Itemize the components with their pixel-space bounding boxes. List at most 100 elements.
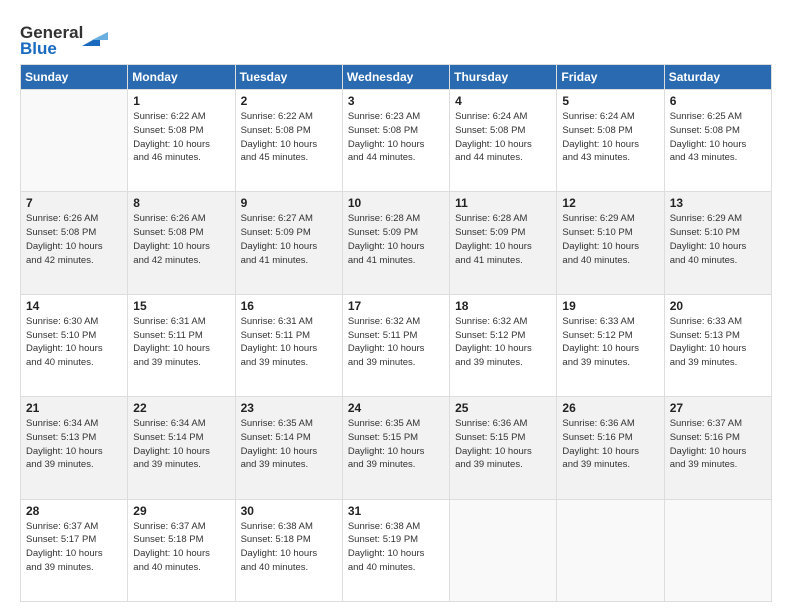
day-number: 17 — [348, 299, 444, 313]
day-number: 26 — [562, 401, 658, 415]
calendar-cell: 5 Sunrise: 6:24 AM Sunset: 5:08 PM Daylig… — [557, 90, 664, 192]
calendar-cell: 30Sunrise: 6:38 AM Sunset: 5:18 PM Dayli… — [235, 499, 342, 601]
day-number: 12 — [562, 196, 658, 210]
day-number: 13 — [670, 196, 766, 210]
cell-info: Sunrise: 6:32 AM Sunset: 5:12 PM Dayligh… — [455, 315, 551, 370]
calendar-table: SundayMondayTuesdayWednesdayThursdayFrid… — [20, 64, 772, 602]
weekday-header-thursday: Thursday — [450, 65, 557, 90]
cell-info: Sunrise: 6:22 AM Sunset: 5:08 PM Dayligh… — [241, 110, 337, 165]
day-number: 23 — [241, 401, 337, 415]
cell-info: Sunrise: 6:37 AM Sunset: 5:18 PM Dayligh… — [133, 520, 229, 575]
day-number: 18 — [455, 299, 551, 313]
cell-info: Sunrise: 6:31 AM Sunset: 5:11 PM Dayligh… — [241, 315, 337, 370]
day-number: 22 — [133, 401, 229, 415]
day-number: 30 — [241, 504, 337, 518]
day-number: 27 — [670, 401, 766, 415]
calendar-cell: 26 Sunrise: 6:36 AM Sunset: 5:16 PM Dayli… — [557, 397, 664, 499]
day-number: 25 — [455, 401, 551, 415]
day-number: 11 — [455, 196, 551, 210]
weekday-header-wednesday: Wednesday — [342, 65, 449, 90]
cell-info: Sunrise: 6:34 AM Sunset: 5:13 PM Dayligh… — [26, 417, 122, 472]
cell-info: Sunrise: 6:31 AM Sunset: 5:11 PM Dayligh… — [133, 315, 229, 370]
cell-info: Sunrise: 6:22 AM Sunset: 5:08 PM Dayligh… — [133, 110, 229, 165]
calendar-cell: 13 Sunrise: 6:29 AM Sunset: 5:10 PM Dayli… — [664, 192, 771, 294]
cell-info: Sunrise: 6:35 AM Sunset: 5:14 PM Dayligh… — [241, 417, 337, 472]
svg-text:Blue: Blue — [20, 39, 57, 56]
header: General Blue — [20, 18, 772, 56]
day-number: 2 — [241, 94, 337, 108]
calendar-cell: 27Sunrise: 6:37 AM Sunset: 5:16 PM Dayli… — [664, 397, 771, 499]
weekday-header-monday: Monday — [128, 65, 235, 90]
calendar-cell: 28 Sunrise: 6:37 AM Sunset: 5:17 PM Dayli… — [21, 499, 128, 601]
calendar-cell: 1Sunrise: 6:22 AM Sunset: 5:08 PM Daylig… — [128, 90, 235, 192]
cell-info: Sunrise: 6:28 AM Sunset: 5:09 PM Dayligh… — [455, 212, 551, 267]
calendar-cell: 9Sunrise: 6:27 AM Sunset: 5:09 PM Daylig… — [235, 192, 342, 294]
day-number: 20 — [670, 299, 766, 313]
cell-info: Sunrise: 6:23 AM Sunset: 5:08 PM Dayligh… — [348, 110, 444, 165]
calendar-cell: 22 Sunrise: 6:34 AM Sunset: 5:14 PM Dayli… — [128, 397, 235, 499]
day-number: 8 — [133, 196, 229, 210]
calendar-week-row: 14 Sunrise: 6:30 AM Sunset: 5:10 PM Dayli… — [21, 294, 772, 396]
weekday-header-friday: Friday — [557, 65, 664, 90]
day-number: 16 — [241, 299, 337, 313]
calendar-cell: 23 Sunrise: 6:35 AM Sunset: 5:14 PM Dayli… — [235, 397, 342, 499]
day-number: 31 — [348, 504, 444, 518]
calendar-cell: 17 Sunrise: 6:32 AM Sunset: 5:11 PM Dayli… — [342, 294, 449, 396]
calendar-cell — [664, 499, 771, 601]
calendar-cell: 25Sunrise: 6:36 AM Sunset: 5:15 PM Dayli… — [450, 397, 557, 499]
cell-info: Sunrise: 6:33 AM Sunset: 5:12 PM Dayligh… — [562, 315, 658, 370]
cell-info: Sunrise: 6:24 AM Sunset: 5:08 PM Dayligh… — [455, 110, 551, 165]
calendar-cell — [557, 499, 664, 601]
calendar-cell — [450, 499, 557, 601]
day-number: 7 — [26, 196, 122, 210]
day-number: 6 — [670, 94, 766, 108]
day-number: 14 — [26, 299, 122, 313]
day-number: 21 — [26, 401, 122, 415]
calendar-cell: 8 Sunrise: 6:26 AM Sunset: 5:08 PM Daylig… — [128, 192, 235, 294]
cell-info: Sunrise: 6:36 AM Sunset: 5:16 PM Dayligh… — [562, 417, 658, 472]
cell-info: Sunrise: 6:37 AM Sunset: 5:17 PM Dayligh… — [26, 520, 122, 575]
calendar-cell: 4 Sunrise: 6:24 AM Sunset: 5:08 PM Daylig… — [450, 90, 557, 192]
calendar-week-row: 7 Sunrise: 6:26 AM Sunset: 5:08 PM Daylig… — [21, 192, 772, 294]
weekday-header-sunday: Sunday — [21, 65, 128, 90]
calendar-cell: 24Sunrise: 6:35 AM Sunset: 5:15 PM Dayli… — [342, 397, 449, 499]
cell-info: Sunrise: 6:32 AM Sunset: 5:11 PM Dayligh… — [348, 315, 444, 370]
weekday-header-tuesday: Tuesday — [235, 65, 342, 90]
day-number: 10 — [348, 196, 444, 210]
calendar-cell: 2 Sunrise: 6:22 AM Sunset: 5:08 PM Daylig… — [235, 90, 342, 192]
cell-info: Sunrise: 6:26 AM Sunset: 5:08 PM Dayligh… — [133, 212, 229, 267]
calendar-cell: 6 Sunrise: 6:25 AM Sunset: 5:08 PM Daylig… — [664, 90, 771, 192]
cell-info: Sunrise: 6:38 AM Sunset: 5:19 PM Dayligh… — [348, 520, 444, 575]
calendar-cell: 10Sunrise: 6:28 AM Sunset: 5:09 PM Dayli… — [342, 192, 449, 294]
calendar-cell: 29 Sunrise: 6:37 AM Sunset: 5:18 PM Dayli… — [128, 499, 235, 601]
calendar-cell: 31 Sunrise: 6:38 AM Sunset: 5:19 PM Dayli… — [342, 499, 449, 601]
day-number: 29 — [133, 504, 229, 518]
cell-info: Sunrise: 6:25 AM Sunset: 5:08 PM Dayligh… — [670, 110, 766, 165]
calendar-cell: 7Sunrise: 6:26 AM Sunset: 5:08 PM Daylig… — [21, 192, 128, 294]
calendar-cell: 20 Sunrise: 6:33 AM Sunset: 5:13 PM Dayli… — [664, 294, 771, 396]
cell-info: Sunrise: 6:34 AM Sunset: 5:14 PM Dayligh… — [133, 417, 229, 472]
cell-info: Sunrise: 6:30 AM Sunset: 5:10 PM Dayligh… — [26, 315, 122, 370]
calendar-cell: 14 Sunrise: 6:30 AM Sunset: 5:10 PM Dayli… — [21, 294, 128, 396]
cell-info: Sunrise: 6:24 AM Sunset: 5:08 PM Dayligh… — [562, 110, 658, 165]
day-number: 28 — [26, 504, 122, 518]
day-number: 4 — [455, 94, 551, 108]
calendar-cell: 12Sunrise: 6:29 AM Sunset: 5:10 PM Dayli… — [557, 192, 664, 294]
calendar-cell — [21, 90, 128, 192]
day-number: 5 — [562, 94, 658, 108]
cell-info: Sunrise: 6:33 AM Sunset: 5:13 PM Dayligh… — [670, 315, 766, 370]
logo: General Blue — [20, 18, 110, 56]
calendar-week-row: 1Sunrise: 6:22 AM Sunset: 5:08 PM Daylig… — [21, 90, 772, 192]
calendar-cell: 15Sunrise: 6:31 AM Sunset: 5:11 PM Dayli… — [128, 294, 235, 396]
cell-info: Sunrise: 6:35 AM Sunset: 5:15 PM Dayligh… — [348, 417, 444, 472]
page: General Blue SundayMondayTuesdayWednesda… — [0, 0, 792, 612]
calendar-cell: 16 Sunrise: 6:31 AM Sunset: 5:11 PM Dayli… — [235, 294, 342, 396]
calendar-cell: 18 Sunrise: 6:32 AM Sunset: 5:12 PM Dayli… — [450, 294, 557, 396]
day-number: 9 — [241, 196, 337, 210]
calendar-cell: 3 Sunrise: 6:23 AM Sunset: 5:08 PM Daylig… — [342, 90, 449, 192]
cell-info: Sunrise: 6:29 AM Sunset: 5:10 PM Dayligh… — [670, 212, 766, 267]
day-number: 3 — [348, 94, 444, 108]
weekday-header-row: SundayMondayTuesdayWednesdayThursdayFrid… — [21, 65, 772, 90]
calendar-cell: 11 Sunrise: 6:28 AM Sunset: 5:09 PM Dayli… — [450, 192, 557, 294]
calendar-cell: 19Sunrise: 6:33 AM Sunset: 5:12 PM Dayli… — [557, 294, 664, 396]
